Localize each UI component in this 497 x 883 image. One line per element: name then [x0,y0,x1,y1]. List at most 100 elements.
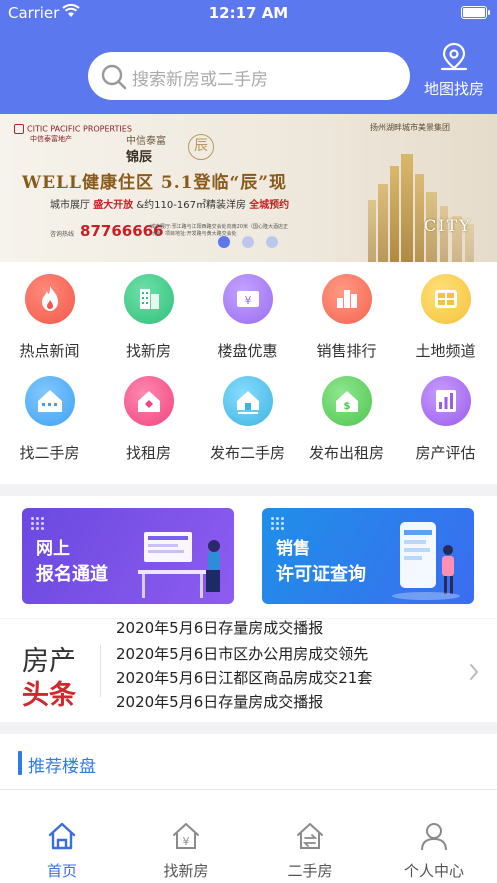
house-icon [24,376,75,426]
tab-label: 找新房 [163,862,209,880]
grid-label: 找租房 [125,444,171,462]
ranking-icon [321,274,372,324]
headline-item[interactable]: 2020年5月6日存量房成交播报 [116,619,323,638]
grid-item-hot-news[interactable]: 热点新闻 [0,274,99,361]
grid-label: 热点新闻 [19,342,80,360]
sub-red-2: 全城预约 [249,200,290,211]
grid-item-publish-second-hand[interactable]: 发布二手房 [198,376,297,463]
dots-decoration [270,516,286,532]
grid-item-publish-rent[interactable]: $ 发布出租房 [297,376,396,463]
grid-label: 销售排行 [316,342,377,360]
grid-item-new-house[interactable]: 找新房 [99,274,198,361]
grid-item-discount[interactable]: ¥ 楼盘优惠 [198,274,297,361]
tab-label: 个人中心 [403,862,464,880]
search-placeholder: 搜索新房或二手房 [132,70,268,90]
rent-house-icon [123,376,174,426]
headlines-logo-bottom: 头条 [22,680,76,711]
partner-logo: 扬州湖畔城市美景集团 [370,123,450,132]
card-line-1: 网上 [36,539,70,559]
promo-section: 网上 报名通道 销售 许可证查询 [0,496,497,618]
promo-banner[interactable]: CITIC PACIFIC PROPERTIES 中信泰富地产 中信泰富 锦辰 … [0,114,497,262]
land-grid-icon [420,274,471,324]
headline-item[interactable]: 2020年5月6日市区办公用房成交领先 [116,643,368,664]
home-icon [48,822,76,850]
desk-illustration [138,532,220,598]
user-icon [421,823,447,851]
carousel-dots[interactable] [218,236,278,248]
coupon-icon: ¥ [222,274,273,324]
clock: 12:17 AM [208,4,289,22]
grid-label: 发布二手房 [209,444,285,462]
card-line-2: 许可证查询 [276,564,366,585]
project-seal-icon: 辰 [188,134,214,160]
header: Carrier 12:17 AM 搜索新房或二手房 地图找房 [0,0,497,114]
chevron-right-icon[interactable] [469,663,479,681]
grid-label: 找新房 [125,342,171,360]
online-registration-card[interactable]: 网上 报名通道 [22,508,234,604]
fire-icon [24,274,75,324]
project-name: 锦辰 [126,150,153,165]
sales-license-card[interactable]: 销售 许可证查询 [262,508,474,604]
search-input[interactable]: 搜索新房或二手房 [88,52,410,100]
tab-new-house[interactable]: ¥ 找新房 [124,820,248,881]
tab-bar: 首页 ¥ 找新房 二手房 个人中心 [0,790,497,883]
tab-second-hand[interactable]: 二手房 [248,820,372,881]
status-bar: Carrier 12:17 AM [0,0,497,26]
map-find-house-button[interactable]: 地图找房 [418,42,490,104]
grid-label: 土地频道 [415,342,476,360]
grid-item-sales-ranking[interactable]: 销售排行 [297,274,396,361]
brand-logo: CITIC PACIFIC PROPERTIES [14,124,132,134]
tab-label: 二手房 [287,862,333,880]
brand-logo-icon [14,124,24,134]
grid-item-land[interactable]: 土地频道 [396,274,495,361]
building-icon [123,274,174,324]
svg-text:¥: ¥ [244,294,251,307]
sub-pre: 城市展厅 [50,200,90,211]
svg-text:¥: ¥ [183,835,190,848]
carousel-dot[interactable] [218,236,230,248]
recommended-title: 推荐楼盘 [28,757,96,777]
chart-icon [420,376,471,426]
grid-item-valuation[interactable]: 房产评估 [396,376,495,463]
project-small: 中信泰富 [126,136,166,147]
headlines-section[interactable]: 房产 头条 2020年5月6日存量房成交播报 2020年5月6日市区办公用房成交… [0,618,497,722]
carousel-dot[interactable] [242,236,254,248]
sub-red-1: 盛大开放 [93,200,134,211]
tab-profile[interactable]: 个人中心 [372,820,496,881]
sub-mid: &约110-167㎡精装洋房 [136,200,246,211]
battery-icon [461,6,490,19]
tab-label: 首页 [46,862,77,880]
grid-item-rent[interactable]: 找租房 [99,376,198,463]
banner-headline: WELL健康住区 5.1登临“辰”现 [22,173,288,193]
carousel-dot[interactable] [266,236,278,248]
tab-home[interactable]: 首页 [0,820,124,881]
svg-text:$: $ [343,401,350,412]
dots-decoration [30,516,46,532]
headline-ticker[interactable]: 2020年5月6日存量房成交播报 2020年5月6日市区办公用房成交领先 202… [116,619,456,723]
card-line-1: 销售 [276,539,310,559]
feature-grid: 热点新闻 找新房 ¥ 楼盘优惠 销售排行 土地频道 找二手房 找租房 发布二手房… [0,262,497,484]
brand-name-cn: 中信泰富地产 [30,135,72,143]
title-accent-bar [18,751,22,775]
city-text: CITY [424,216,472,235]
grid-label: 找二手房 [19,444,80,462]
recommended-section-header: 推荐楼盘 [0,734,497,790]
phone-label: 咨询热线 [50,231,75,238]
banner-phone: 咨询热线 87766666 [50,222,164,240]
map-find-house-label: 地图找房 [423,80,484,98]
headline-item[interactable]: 2020年5月6日存量房成交播报 [116,691,323,712]
headline-item[interactable]: 2020年5月6日江都区商品房成交21套 [116,667,372,688]
new-house-icon: ¥ [173,823,199,849]
search-icon [101,64,127,90]
grid-label: 楼盘优惠 [217,342,278,360]
grid-item-second-hand[interactable]: 找二手房 [0,376,99,463]
city-skyline-image [368,154,474,262]
grid-label: 发布出租房 [308,444,384,462]
card-line-2: 报名通道 [36,564,108,585]
grid-label: 房产评估 [415,444,476,462]
divider [100,645,101,697]
second-hand-house-icon [297,823,323,849]
brand-name: CITIC PACIFIC PROPERTIES [27,124,132,134]
publish-house-icon [222,376,273,426]
banner-subline: 城市展厅 盛大开放 &约110-167㎡精装洋房 全城预约 [50,196,289,211]
